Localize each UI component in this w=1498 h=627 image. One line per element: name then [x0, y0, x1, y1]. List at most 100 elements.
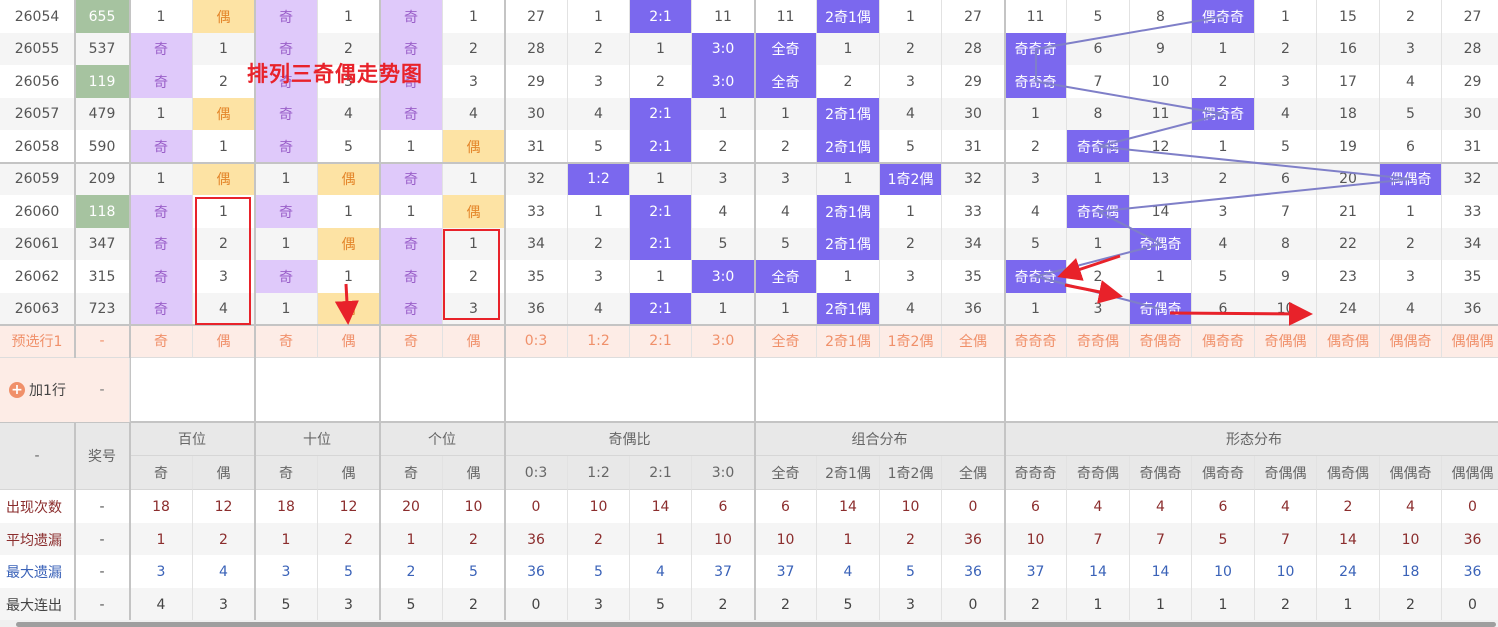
preselect-option[interactable]: 奇	[130, 325, 193, 358]
horizontal-scrollbar[interactable]	[0, 620, 1498, 627]
preselect-option[interactable]: 奇奇偶	[1067, 325, 1130, 358]
miss-count-cell: 4	[1380, 65, 1442, 98]
miss-count-cell: 11	[692, 0, 755, 33]
column-divider	[129, 0, 131, 620]
hit-cell: 1:2	[568, 163, 630, 195]
miss-count-cell: 29	[1442, 65, 1498, 98]
stat-value: 10	[692, 523, 755, 556]
hit-cell: 全奇	[755, 65, 817, 98]
stat-number: -	[75, 588, 130, 621]
stat-value: 36	[505, 523, 568, 556]
draw-number: 315	[75, 260, 130, 293]
header-sub: 偶奇奇	[1192, 456, 1255, 490]
stat-value: 24	[1317, 555, 1380, 588]
issue-number: 26061	[0, 228, 75, 260]
miss-count-cell: 17	[1317, 65, 1380, 98]
stat-value: 10	[1380, 523, 1442, 556]
miss-count-cell: 32	[1442, 163, 1498, 195]
hit-cell: 奇	[255, 260, 318, 293]
draw-number: 119	[75, 65, 130, 98]
miss-count-cell: 3	[880, 65, 942, 98]
stat-label: 最大连出	[0, 588, 75, 621]
scrollbar-thumb[interactable]	[16, 622, 1496, 627]
preselect-option[interactable]: 奇	[255, 325, 318, 358]
miss-count-cell: 3	[1380, 260, 1442, 293]
hit-cell: 奇奇偶	[1067, 195, 1130, 228]
preselect-option[interactable]: 偶	[193, 325, 255, 358]
stat-value: 5	[380, 588, 443, 621]
miss-count-cell: 1	[692, 98, 755, 130]
hit-cell: 奇	[130, 293, 193, 325]
preselect-option[interactable]: 全偶	[942, 325, 1005, 358]
preselect-option[interactable]: 奇奇奇	[1005, 325, 1067, 358]
miss-count-cell: 2	[630, 65, 692, 98]
header-sub: 奇奇偶	[1067, 456, 1130, 490]
miss-count-cell: 31	[1442, 130, 1498, 163]
preselect-option[interactable]: 奇偶偶	[1255, 325, 1317, 358]
preselect-option[interactable]: 2奇1偶	[817, 325, 880, 358]
header-group: 十位	[255, 422, 380, 456]
preselect-option[interactable]: 偶	[443, 325, 505, 358]
miss-count-cell: 1	[318, 195, 380, 228]
miss-count-cell: 2	[1255, 33, 1317, 65]
hit-cell: 偶	[193, 0, 255, 33]
stat-value: 36	[942, 555, 1005, 588]
miss-count-cell: 4	[692, 195, 755, 228]
miss-count-cell: 3	[443, 293, 505, 325]
preselect-option[interactable]: 1:2	[568, 325, 630, 358]
miss-count-cell: 1	[130, 0, 193, 33]
miss-count-cell: 1	[318, 0, 380, 33]
stat-value: 2	[443, 588, 505, 621]
issue-number: 26058	[0, 130, 75, 163]
miss-count-cell: 5	[1255, 130, 1317, 163]
miss-count-cell: 27	[1442, 0, 1498, 33]
stat-value: 10	[880, 490, 942, 523]
hit-cell: 奇	[380, 98, 443, 130]
header-sub: 奇	[380, 456, 443, 490]
preselect-option[interactable]: 全奇	[755, 325, 817, 358]
hit-cell: 1奇2偶	[880, 163, 942, 195]
miss-count-cell: 5	[1005, 228, 1067, 260]
preselect-option[interactable]: 偶偶奇	[1380, 325, 1442, 358]
miss-count-cell: 3	[1005, 163, 1067, 195]
preselect-option[interactable]: 偶偶偶	[1442, 325, 1498, 358]
preselect-option[interactable]: 偶奇奇	[1192, 325, 1255, 358]
hit-cell: 奇	[255, 130, 318, 163]
add-row-button[interactable]: + 加1行	[0, 358, 76, 422]
miss-count-cell: 1	[755, 98, 817, 130]
preselect-option[interactable]: 奇偶奇	[1130, 325, 1192, 358]
miss-count-cell: 29	[942, 65, 1005, 98]
miss-count-cell: 1	[1067, 163, 1130, 195]
stat-value: 2	[568, 523, 630, 556]
stat-value: 2	[755, 588, 817, 621]
stat-value: 7	[1130, 523, 1192, 556]
hit-cell: 奇奇偶	[1067, 130, 1130, 163]
hit-cell: 2:1	[630, 293, 692, 325]
miss-count-cell: 2	[1192, 65, 1255, 98]
miss-count-cell: 2	[568, 228, 630, 260]
stat-value: 6	[692, 490, 755, 523]
preselect-option[interactable]: 奇	[380, 325, 443, 358]
add-row-label: 加1行	[29, 383, 66, 399]
hit-cell: 奇	[380, 0, 443, 33]
miss-count-cell: 12	[1130, 130, 1192, 163]
issue-number: 26060	[0, 195, 75, 228]
miss-count-cell: 1	[630, 163, 692, 195]
preselect-option[interactable]: 3:0	[692, 325, 755, 358]
miss-count-cell: 9	[1130, 33, 1192, 65]
hit-cell: 偶奇奇	[1192, 98, 1255, 130]
stat-value: 10	[1192, 555, 1255, 588]
miss-count-cell: 1	[193, 195, 255, 228]
stat-value: 20	[380, 490, 443, 523]
preselect-option[interactable]: 0:3	[505, 325, 568, 358]
stat-value: 2	[318, 523, 380, 556]
draw-number: 590	[75, 130, 130, 163]
preselect-option[interactable]: 1奇2偶	[880, 325, 942, 358]
preselect-option[interactable]: 偶奇偶	[1317, 325, 1380, 358]
hit-cell: 奇	[130, 65, 193, 98]
preselect-option[interactable]: 偶	[318, 325, 380, 358]
preselect-option[interactable]: 2:1	[630, 325, 692, 358]
miss-count-cell: 3	[193, 260, 255, 293]
stat-value: 2	[380, 555, 443, 588]
hit-cell: 偶偶奇	[1380, 163, 1442, 195]
